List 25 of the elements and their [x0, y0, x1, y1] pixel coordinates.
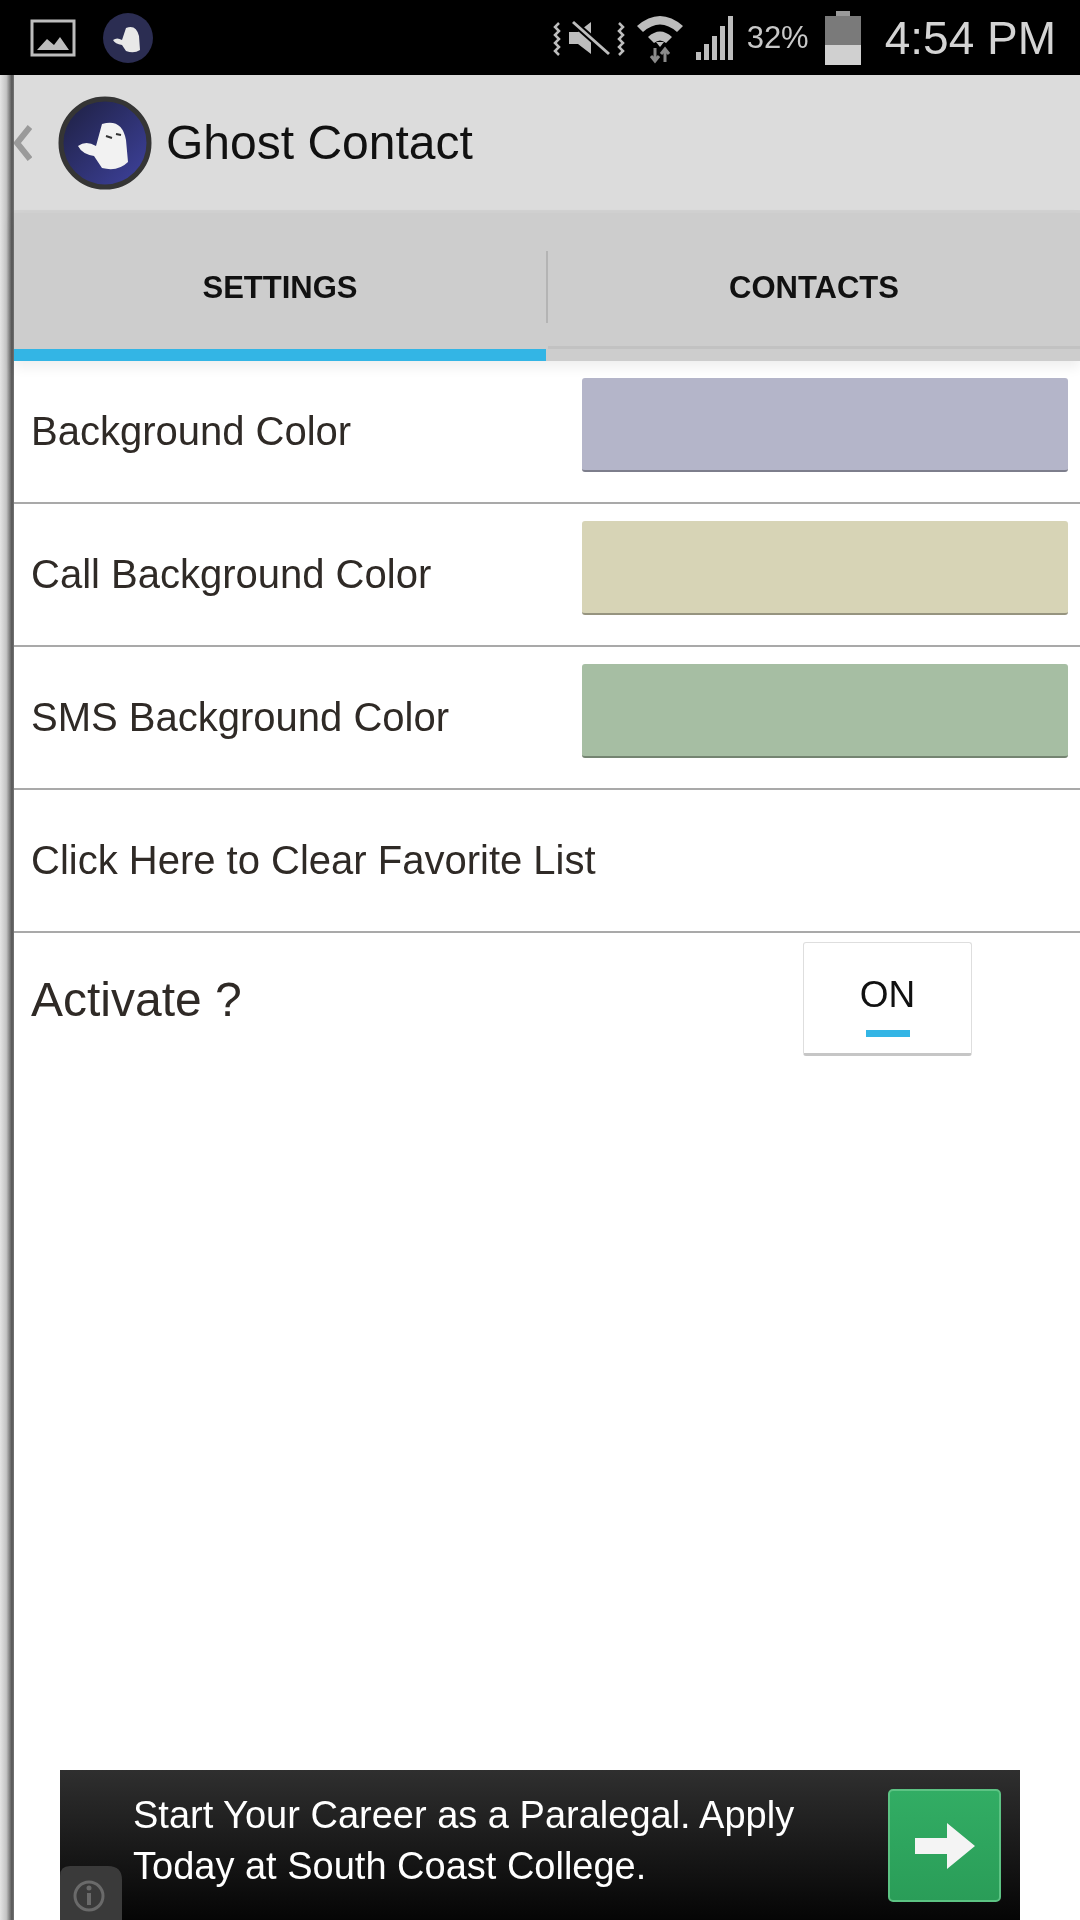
setting-label: SMS Background Color: [31, 695, 449, 740]
activate-label: Activate ?: [31, 971, 242, 1027]
clear-favorites-item[interactable]: Click Here to Clear Favorite List: [31, 838, 596, 883]
color-swatch[interactable]: [582, 520, 1068, 615]
info-icon[interactable]: [60, 1866, 122, 1920]
battery-percent: 32%: [746, 19, 809, 56]
setting-label: Background Color: [31, 409, 352, 454]
tab[interactable]: SETTINGS: [14, 213, 546, 361]
muted-speaker-icon: [552, 18, 625, 57]
ghost-logo-icon[interactable]: [58, 95, 152, 190]
clock: 4:54 PM: [884, 10, 1056, 65]
color-swatch[interactable]: [582, 377, 1068, 472]
app-title: Ghost Contact: [166, 115, 473, 170]
setting-label: Call Background Color: [31, 552, 432, 597]
ghost-icon: [102, 11, 154, 64]
ad-banner[interactable]: Start Your Career as a Paralegal. Apply Today at South Coast College.: [60, 1770, 1020, 1920]
on-off-toggle[interactable]: ON: [803, 942, 972, 1056]
tab[interactable]: CONTACTS: [548, 213, 1080, 361]
battery-icon: [824, 10, 861, 65]
go-button[interactable]: [888, 1789, 1001, 1902]
ad-text: Start Your Career as a Paralegal. Apply Today at South Coast College.: [133, 1793, 796, 1889]
chevron-left-icon[interactable]: [14, 124, 32, 161]
arrow-right-icon: [914, 1822, 975, 1869]
color-swatch[interactable]: [582, 663, 1068, 758]
image-icon: [30, 18, 76, 57]
